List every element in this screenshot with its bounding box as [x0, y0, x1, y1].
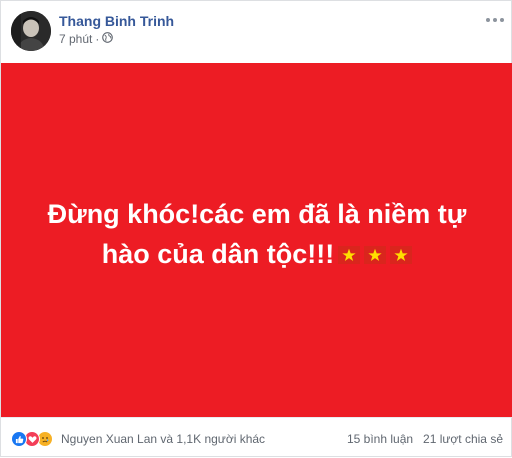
- like-icon: [11, 431, 27, 447]
- vietnam-flag-icon: [390, 246, 413, 264]
- text-banner: Đừng khóc!các em đã là niềm tự hào của d…: [1, 63, 512, 417]
- post-time[interactable]: 7 phút: [59, 32, 92, 46]
- post-card: Thang Binh Trinh 7 phút · Đừng khóc!các …: [0, 0, 512, 457]
- engagement-counts: 15 bình luận 21 lượt chia sẻ: [347, 432, 503, 446]
- banner-line-2: hào của dân tộc!!!: [101, 239, 335, 269]
- vietnam-flag-icon: [338, 246, 361, 264]
- reactions-summary[interactable]: Nguyen Xuan Lan và 1,1K người khác: [61, 432, 265, 446]
- post-footer: Nguyen Xuan Lan và 1,1K người khác 15 bì…: [1, 417, 512, 458]
- author-avatar[interactable]: [11, 11, 51, 51]
- post-header: Thang Binh Trinh 7 phút ·: [1, 1, 512, 63]
- globe-icon[interactable]: [102, 32, 114, 46]
- comments-count[interactable]: 15 bình luận: [347, 432, 413, 446]
- banner-line-1: Đừng khóc!các em đã là niềm tự: [47, 199, 467, 229]
- more-options-icon[interactable]: [485, 13, 505, 27]
- banner-text: Đừng khóc!các em đã là niềm tự hào của d…: [37, 194, 477, 274]
- author-name[interactable]: Thang Binh Trinh: [59, 13, 174, 29]
- banner-line-2-wrap: hào của dân tộc!!!: [37, 234, 477, 274]
- meta-separator: ·: [95, 32, 100, 46]
- post-meta: 7 phút ·: [59, 32, 114, 46]
- reaction-icons[interactable]: [11, 431, 53, 447]
- shares-count[interactable]: 21 lượt chia sẻ: [423, 432, 503, 446]
- vietnam-flag-icon: [364, 246, 387, 264]
